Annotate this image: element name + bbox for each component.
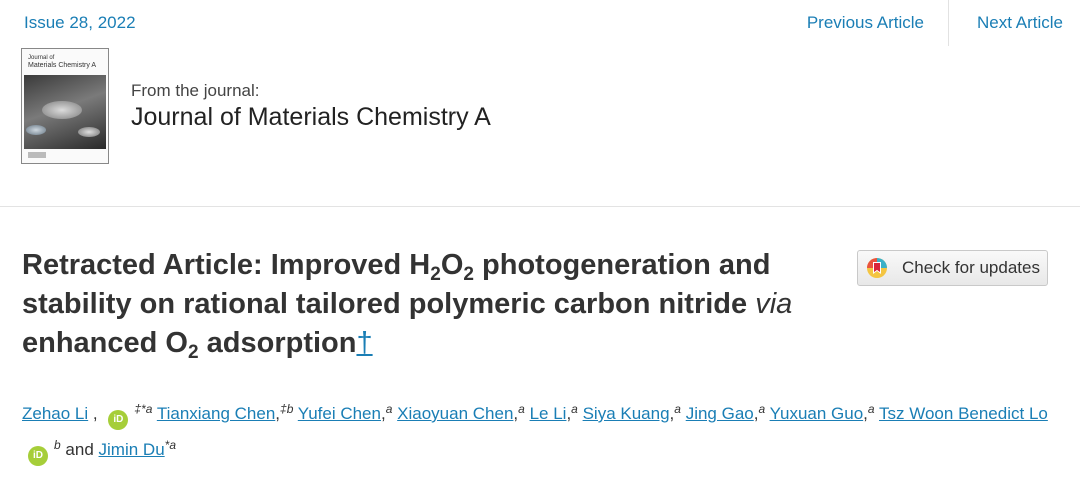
author-affiliation: b <box>54 438 61 452</box>
nav-divider <box>948 0 950 46</box>
author-link[interactable]: Jing Gao <box>686 404 754 423</box>
author-link[interactable]: Yufei Chen <box>298 404 381 423</box>
cover-publisher-logo <box>28 152 46 158</box>
electronic-supplementary-link[interactable]: † <box>356 327 372 359</box>
author-affiliation: *a <box>164 438 176 452</box>
cover-disc-small <box>26 125 46 135</box>
cover-disc <box>42 101 82 119</box>
author-link[interactable]: Jimin Du <box>99 440 165 459</box>
article-nav: Previous Article Next Article <box>807 0 1080 46</box>
journal-cover-image[interactable]: Journal of Materials Chemistry A <box>21 48 109 164</box>
orcid-icon[interactable]: iD <box>28 446 48 466</box>
author-affiliation: ‡*a <box>134 402 153 416</box>
author-affiliation: a <box>571 402 578 416</box>
next-article-link[interactable]: Next Article <box>977 13 1063 33</box>
author-affiliation: a <box>518 402 525 416</box>
author-link[interactable]: Xiaoyuan Chen <box>397 404 513 423</box>
check-for-updates-button[interactable]: Check for updates <box>857 250 1048 286</box>
cover-disc-small <box>78 127 100 137</box>
author-link[interactable]: Tsz Woon Benedict Lo <box>879 404 1048 423</box>
author-link[interactable]: Le Li <box>530 404 567 423</box>
issue-link[interactable]: Issue 28, 2022 <box>24 13 136 33</box>
previous-article-link[interactable]: Previous Article <box>807 13 924 33</box>
author-affiliation: a <box>758 402 766 416</box>
author-link[interactable]: Tianxiang Chen <box>157 404 275 423</box>
author-affiliation: a <box>674 402 681 416</box>
from-journal-label: From the journal: <box>131 81 260 100</box>
author-affiliation: a <box>867 402 875 416</box>
cover-title: Journal of Materials Chemistry A <box>28 55 97 69</box>
author-list: Zehao Li , iD‡*a Tianxiang Chen,‡b Yufei… <box>22 396 1072 468</box>
author-link[interactable]: Siya Kuang <box>583 404 670 423</box>
journal-name[interactable]: Journal of Materials Chemistry A <box>131 103 491 132</box>
author-link[interactable]: Yuxuan Guo <box>770 404 864 423</box>
article-title: Retracted Article: Improved H2O2 photoge… <box>22 249 793 363</box>
orcid-icon[interactable]: iD <box>108 410 129 430</box>
section-divider <box>0 206 1080 207</box>
author-affiliation: ‡b <box>280 402 294 416</box>
check-for-updates-label: Check for updates <box>902 258 1040 277</box>
and-text: and <box>65 440 94 459</box>
author-link[interactable]: Zehao Li <box>22 404 88 423</box>
author-affiliation: a <box>385 402 393 416</box>
crossmark-icon <box>867 258 887 278</box>
